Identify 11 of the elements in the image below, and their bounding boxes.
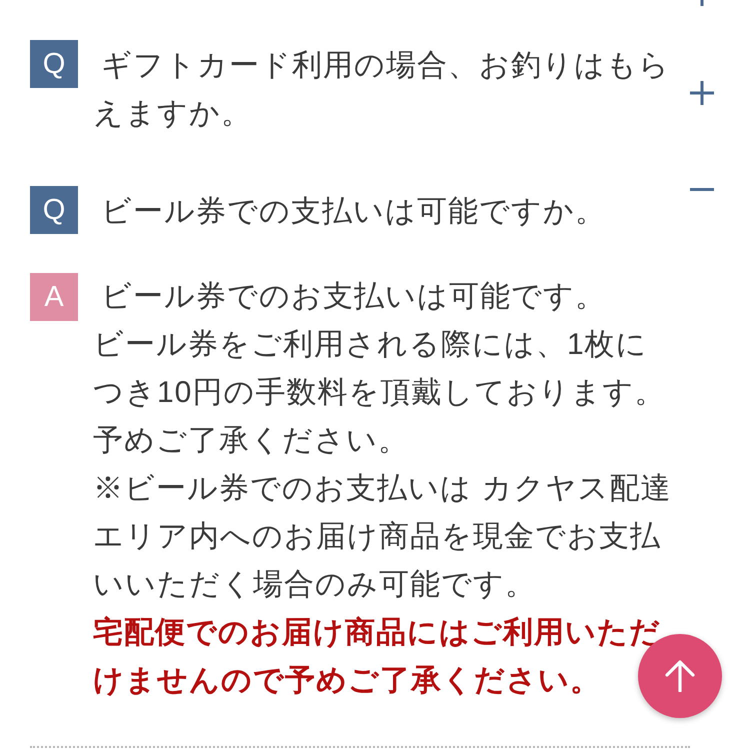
question-label: Q [30,40,78,88]
answer-text: ビール券をご利用される際には、1枚につき10円の手数料を頂戴しております。 [93,327,666,411]
answer-label: A [30,273,78,321]
question-text[interactable]: ビール券での支払いは可能ですか。 [93,186,672,236]
plus-icon[interactable] [690,81,714,105]
arrow-up-icon [664,660,696,692]
answer-text: 予めご了承ください。 [93,423,410,459]
answer-text: ※ビール券でのお支払いは カクヤス配達エリア内へのお届け商品を現金でお支払いいただく場合のみ可能です。 [93,471,672,603]
question-label: Q [30,186,78,234]
answer-text: ビール券でのお支払いは可能です。 [100,279,607,315]
question-text[interactable]: ギフトカード利用の場合、お釣りはもらえますか。 [93,40,672,138]
